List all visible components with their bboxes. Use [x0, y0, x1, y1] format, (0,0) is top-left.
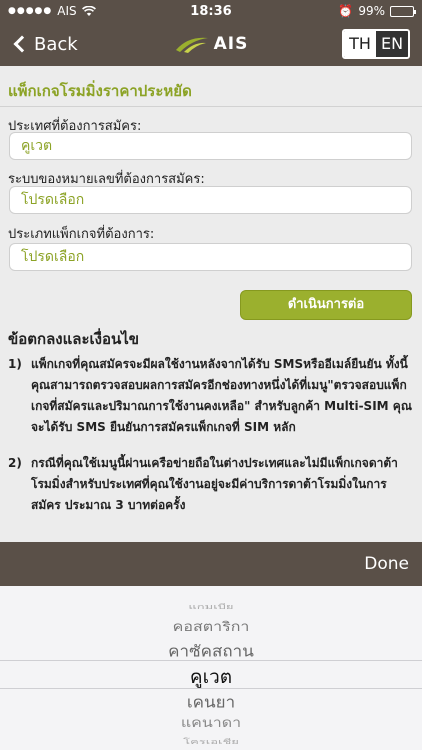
carrier-name: AIS	[57, 4, 77, 18]
term-item: 2) กรณีที่คุณใช้เมนูนี้ผ่านเครือข่ายถือใ…	[8, 453, 416, 516]
country-select[interactable]: คูเวต	[9, 132, 412, 160]
country-picker[interactable]: แกมเบีย คอสตาริกา คาซัคสถาน คูเวต เคนยา …	[0, 586, 422, 750]
picker-item[interactable]: แกมเบีย	[0, 601, 422, 613]
picker-toolbar: Done	[0, 542, 422, 586]
term-number: 2)	[8, 456, 22, 470]
section-divider	[0, 106, 422, 107]
back-button[interactable]: Back	[12, 34, 142, 55]
term-number: 1)	[8, 357, 22, 371]
picker-item[interactable]: คอสตาริกา	[0, 618, 422, 638]
done-button[interactable]: Done	[364, 554, 409, 574]
terms-title: ข้อตกลงและเงื่อนไข	[8, 330, 140, 348]
picker-item[interactable]: เคนยา	[0, 690, 422, 715]
logo-text: AIS	[213, 34, 249, 54]
ais-logo-swoosh-icon	[175, 37, 208, 53]
status-left: ●●●●● AIS	[8, 4, 148, 18]
package-value: โปรดเลือก	[21, 249, 85, 265]
proceed-button[interactable]: ดำเนินการต่อ	[240, 290, 412, 320]
wifi-icon	[81, 5, 96, 16]
picker-item[interactable]: คาซัคสถาน	[0, 639, 422, 664]
network-select[interactable]: โปรดเลือก	[9, 186, 412, 214]
package-select[interactable]: โปรดเลือก	[9, 243, 412, 271]
picker-item[interactable]: โครเอเชีย	[0, 736, 422, 748]
ais-logo: AIS	[142, 34, 280, 54]
term-item: 1) แพ็กเกจที่คุณสมัครจะมีผลใช้งานหลังจาก…	[8, 354, 416, 438]
network-value: โปรดเลือก	[21, 192, 85, 208]
picker-item[interactable]: แคนาดา	[0, 714, 422, 734]
signal-icon: ●●●●●	[8, 6, 53, 16]
lang-th-button[interactable]: TH	[344, 31, 376, 57]
chevron-left-icon	[13, 35, 31, 53]
back-label: Back	[34, 33, 78, 55]
nav-bar: Back AIS TH EN	[0, 22, 422, 66]
battery-percent: 99%	[358, 4, 385, 18]
battery-icon	[390, 5, 416, 17]
status-bar: ●●●●● AIS 18:36 ⏰ 99%	[0, 0, 422, 22]
alarm-icon: ⏰	[338, 4, 354, 18]
term-text: กรณีที่คุณใช้เมนูนี้ผ่านเครือข่ายถือในต่…	[31, 456, 398, 512]
form-content: แพ็กเกจโรมมิ่งราคาประหยัด ประเทศที่ต้องก…	[0, 66, 422, 542]
language-switch: TH EN	[280, 29, 410, 59]
language-toggle-group: TH EN	[342, 29, 410, 59]
picker-item-selected[interactable]: คูเวต	[0, 662, 422, 692]
status-right: ⏰ 99%	[274, 4, 416, 18]
lang-en-button[interactable]: EN	[376, 31, 408, 57]
package-label: ประเภทแพ็กเกจที่ต้องการ:	[8, 227, 155, 242]
status-time: 18:36	[190, 3, 232, 19]
country-value: คูเวต	[21, 138, 53, 154]
section-title: แพ็กเกจโรมมิ่งราคาประหยัด	[8, 82, 192, 100]
term-text: แพ็กเกจที่คุณสมัครจะมีผลใช้งานหลังจากได้…	[31, 357, 412, 434]
